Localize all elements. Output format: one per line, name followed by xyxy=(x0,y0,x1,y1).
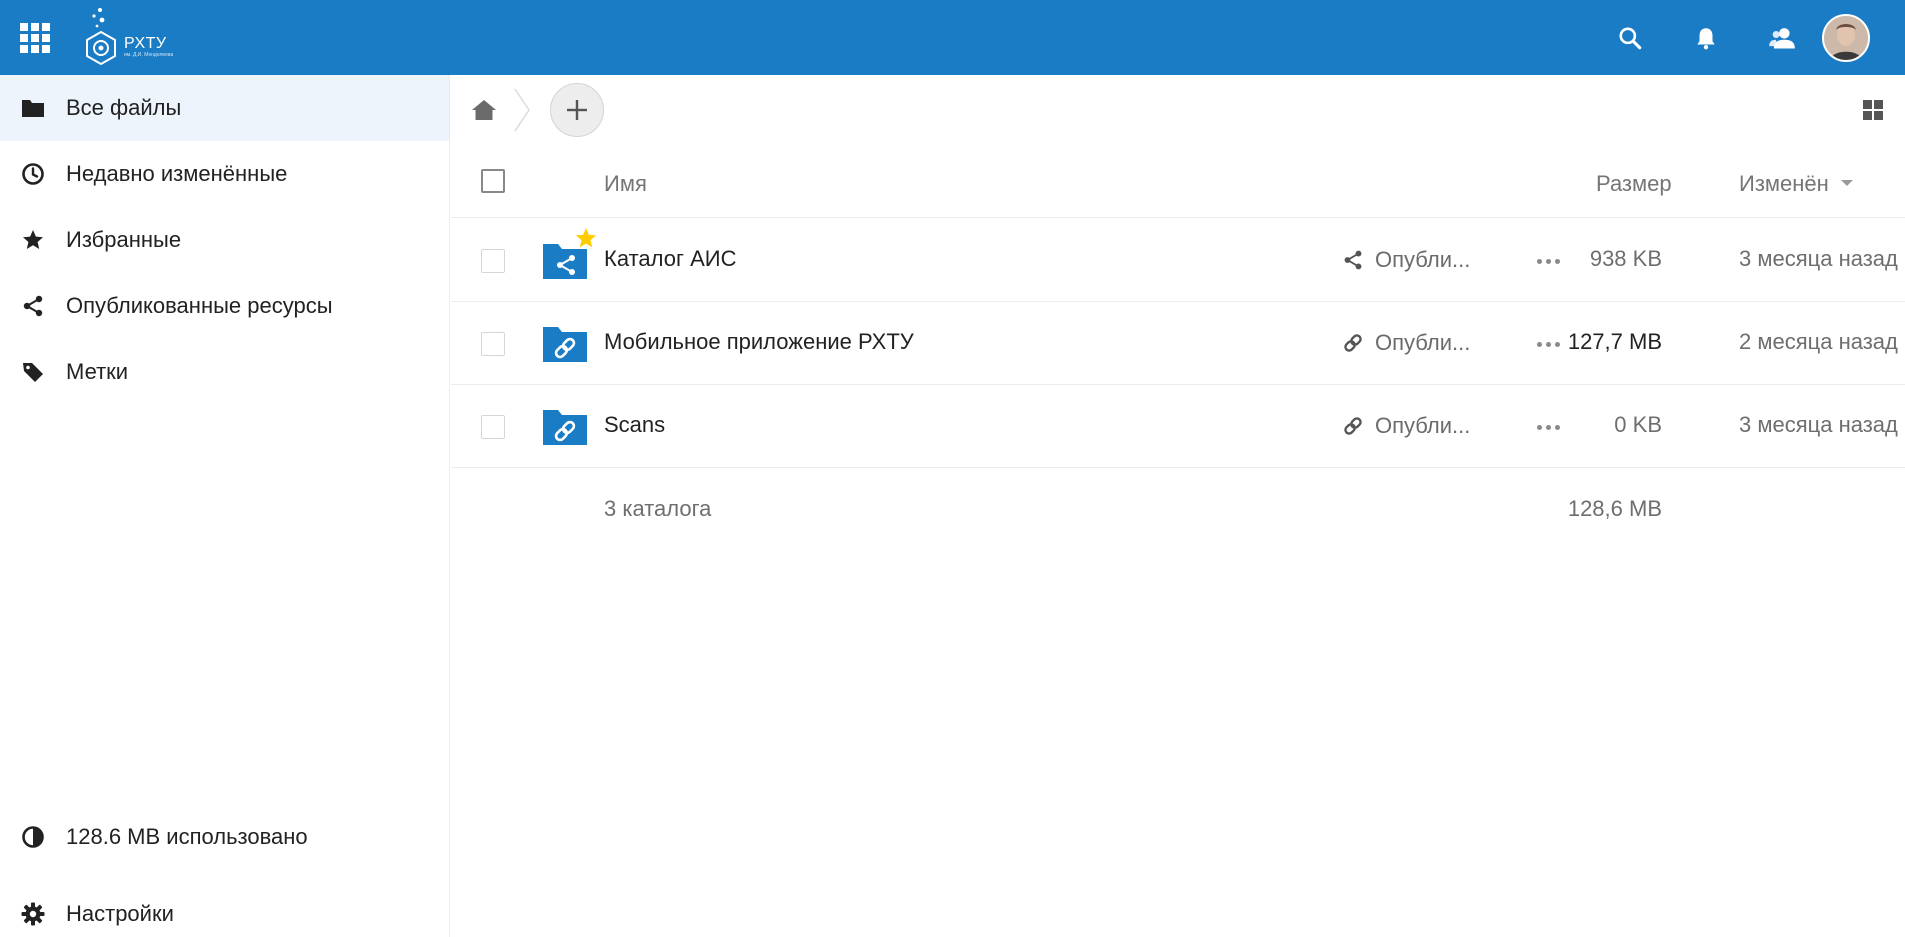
quota-pie-icon xyxy=(20,824,46,850)
bell-icon xyxy=(1697,28,1715,50)
sidebar-item-recent[interactable]: Недавно изменённые xyxy=(0,141,449,207)
share-status-button[interactable]: Опубли... xyxy=(1341,329,1470,357)
table-row[interactable]: Мобильное приложение РХТУ Опубли... 127,… xyxy=(451,302,1905,385)
file-list-summary: 3 каталога 128,6 MB xyxy=(451,478,1905,538)
file-name: Каталог АИС xyxy=(604,246,737,271)
sidebar-quota[interactable]: 128.6 MB использовано xyxy=(0,804,449,870)
more-actions-icon[interactable] xyxy=(1531,413,1565,441)
breadcrumb-home[interactable] xyxy=(469,95,499,125)
more-actions-icon[interactable] xyxy=(1531,330,1565,358)
top-header: РХТУ им. Д.И. Менделеева xyxy=(0,0,1905,75)
row-checkbox[interactable] xyxy=(481,249,505,273)
sidebar: Все файлы Недавно изменённые Избранные О… xyxy=(0,75,450,937)
sort-descending-icon xyxy=(1840,180,1853,187)
plus-icon xyxy=(567,100,587,120)
file-list-header: Имя Размер Изменён xyxy=(451,145,1905,218)
add-new-button[interactable] xyxy=(550,83,604,137)
row-checkbox[interactable] xyxy=(481,415,505,439)
select-all-checkbox[interactable] xyxy=(481,169,505,193)
sidebar-item-shares[interactable]: Опубликованные ресурсы xyxy=(0,273,449,339)
breadcrumb xyxy=(451,75,1905,145)
logo-subtitle: им. Д.И. Менделеева xyxy=(124,52,174,58)
sidebar-item-label: Все файлы xyxy=(66,95,182,120)
grid-view-icon xyxy=(1863,100,1883,120)
home-icon xyxy=(472,100,496,120)
logo-icon xyxy=(86,8,116,66)
column-header-modified[interactable]: Изменён xyxy=(1739,171,1853,197)
file-modified: 3 месяца назад xyxy=(1739,412,1898,437)
share-status-label: Опубли... xyxy=(1375,247,1471,272)
favorite-star-icon[interactable] xyxy=(575,227,597,249)
column-header-size[interactable]: Размер xyxy=(1596,171,1672,197)
sidebar-item-favorites[interactable]: Избранные xyxy=(0,207,449,273)
share-status-label: Опубли... xyxy=(1375,413,1471,438)
notifications-button[interactable] xyxy=(1690,22,1722,54)
sidebar-item-label: Избранные xyxy=(66,227,182,252)
contacts-button[interactable] xyxy=(1766,22,1798,54)
folder-icon xyxy=(20,95,46,121)
sidebar-item-label: Опубликованные ресурсы xyxy=(66,293,333,318)
search-button[interactable] xyxy=(1614,22,1646,54)
sidebar-settings[interactable]: Настройки xyxy=(0,881,449,937)
file-name: Scans xyxy=(604,412,666,437)
sidebar-item-label: Метки xyxy=(66,359,129,384)
sidebar-item-all-files[interactable]: Все файлы xyxy=(0,75,449,141)
quota-label: 128.6 MB использовано xyxy=(66,824,308,849)
clock-icon xyxy=(20,161,46,187)
logo[interactable]: РХТУ им. Д.И. Менделеева xyxy=(80,6,173,68)
share-icon xyxy=(1341,248,1365,272)
summary-count: 3 каталога xyxy=(604,496,712,521)
settings-label: Настройки xyxy=(66,901,174,926)
column-header-modified-label: Изменён xyxy=(1739,171,1829,196)
search-icon xyxy=(1619,27,1642,50)
file-modified: 3 месяца назад xyxy=(1739,246,1898,271)
file-modified: 2 месяца назад xyxy=(1739,329,1898,354)
file-name: Мобильное приложение РХТУ xyxy=(604,329,914,354)
link-icon xyxy=(1341,414,1365,438)
logo-title: РХТУ xyxy=(124,35,167,52)
sidebar-item-label: Недавно изменённые xyxy=(66,161,288,186)
link-folder-icon xyxy=(543,410,587,445)
gear-icon xyxy=(20,901,46,927)
share-status-button[interactable]: Опубли... xyxy=(1341,412,1470,440)
toggle-grid-view-button[interactable] xyxy=(1858,95,1888,125)
tag-icon xyxy=(20,359,46,385)
apps-icon[interactable] xyxy=(20,23,50,53)
link-icon xyxy=(1341,331,1365,355)
column-header-name[interactable]: Имя xyxy=(604,171,647,197)
user-avatar-icon xyxy=(1824,16,1868,60)
file-size: 127,7 MB xyxy=(1567,329,1662,354)
link-folder-icon xyxy=(543,327,587,362)
table-row[interactable]: Scans Опубли... 0 KB 3 месяца назад xyxy=(451,385,1905,468)
share-status-label: Опубли... xyxy=(1375,330,1471,355)
share-status-button[interactable]: Опубли... xyxy=(1341,246,1470,274)
share-icon xyxy=(20,293,46,319)
table-row[interactable]: Каталог АИС Опубли... 938 KB 3 месяца на… xyxy=(451,219,1905,302)
contacts-icon xyxy=(1769,28,1795,49)
row-checkbox[interactable] xyxy=(481,332,505,356)
file-size: 938 KB xyxy=(1589,246,1662,271)
sidebar-item-tags[interactable]: Метки xyxy=(0,339,449,405)
star-icon xyxy=(20,227,46,253)
breadcrumb-separator-icon xyxy=(514,88,530,132)
file-size: 0 KB xyxy=(1614,412,1662,437)
summary-total-size: 128,6 MB xyxy=(1567,496,1662,521)
more-actions-icon[interactable] xyxy=(1531,247,1565,275)
avatar[interactable] xyxy=(1822,14,1870,62)
